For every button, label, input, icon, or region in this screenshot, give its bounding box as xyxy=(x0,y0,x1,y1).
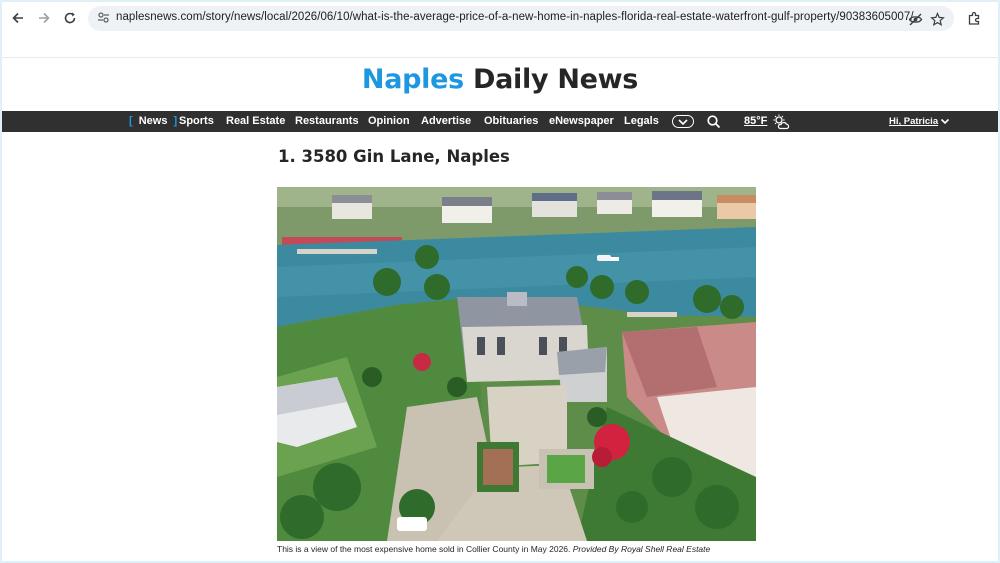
url-text[interactable]: naplesnews.com/story/news/local/2026/06/… xyxy=(116,11,914,23)
nav-item-enewspaper[interactable]: eNewspaper xyxy=(549,115,614,127)
puzzle-icon xyxy=(968,11,979,25)
toolbar-divider xyxy=(2,57,998,58)
browser-window: naplesnews.com/story/news/local/2026/06/… xyxy=(2,2,998,561)
user-menu[interactable]: Hi, Patricia xyxy=(889,116,938,127)
back-button[interactable] xyxy=(8,8,28,28)
nav-active-bracket-close: ] xyxy=(173,115,178,127)
logo-brand-first: Naples xyxy=(361,64,464,95)
site-logo[interactable]: Naples Daily News xyxy=(2,64,998,95)
partly-sunny-icon[interactable] xyxy=(772,113,790,131)
arrow-right-icon xyxy=(39,12,50,24)
main-nav: [ News ] Sports Real Estate Restaurants … xyxy=(2,111,998,132)
site-info-icon[interactable] xyxy=(96,11,110,25)
eye-off-icon[interactable] xyxy=(906,10,924,28)
search-button[interactable] xyxy=(706,114,722,130)
reload-icon xyxy=(64,12,76,24)
caption-text: This is a view of the most expensive hom… xyxy=(277,544,571,554)
nav-item-legals[interactable]: Legals xyxy=(624,115,659,127)
article-photo[interactable] xyxy=(277,187,756,541)
nav-item-sports[interactable]: Sports xyxy=(179,115,214,127)
photo-caption: This is a view of the most expensive hom… xyxy=(277,544,710,554)
more-menu-button[interactable] xyxy=(672,115,694,128)
nav-item-news-label: News xyxy=(138,115,168,127)
reload-button[interactable] xyxy=(60,8,80,28)
aerial-home-photo xyxy=(277,187,756,541)
extensions-button[interactable] xyxy=(964,8,984,28)
nav-item-opinion[interactable]: Opinion xyxy=(368,115,410,127)
browser-toolbar: naplesnews.com/story/news/local/2026/06/… xyxy=(2,2,998,34)
nav-item-advertise[interactable]: Advertise xyxy=(421,115,471,127)
search-icon xyxy=(707,115,721,129)
article-headline: 1. 3580 Gin Lane, Naples xyxy=(278,147,510,166)
chevron-down-icon xyxy=(678,118,688,125)
nav-item-obituaries[interactable]: Obituaries xyxy=(484,115,538,127)
nav-item-news[interactable]: [ News ] xyxy=(129,115,177,127)
bookmark-star-icon[interactable] xyxy=(928,10,946,28)
arrow-left-icon xyxy=(12,12,23,24)
photo-credit: Provided By Royal Shell Real Estate xyxy=(572,544,711,554)
nav-active-bracket-open: [ xyxy=(129,115,133,127)
nav-item-real-estate[interactable]: Real Estate xyxy=(226,115,285,127)
logo-brand-rest: Daily News xyxy=(473,64,639,95)
forward-button[interactable] xyxy=(34,8,54,28)
user-chevron-down-icon[interactable] xyxy=(940,117,950,126)
weather-temp[interactable]: 85°F xyxy=(744,115,767,127)
address-bar[interactable]: naplesnews.com/story/news/local/2026/06/… xyxy=(88,6,954,31)
nav-item-restaurants[interactable]: Restaurants xyxy=(295,115,359,127)
